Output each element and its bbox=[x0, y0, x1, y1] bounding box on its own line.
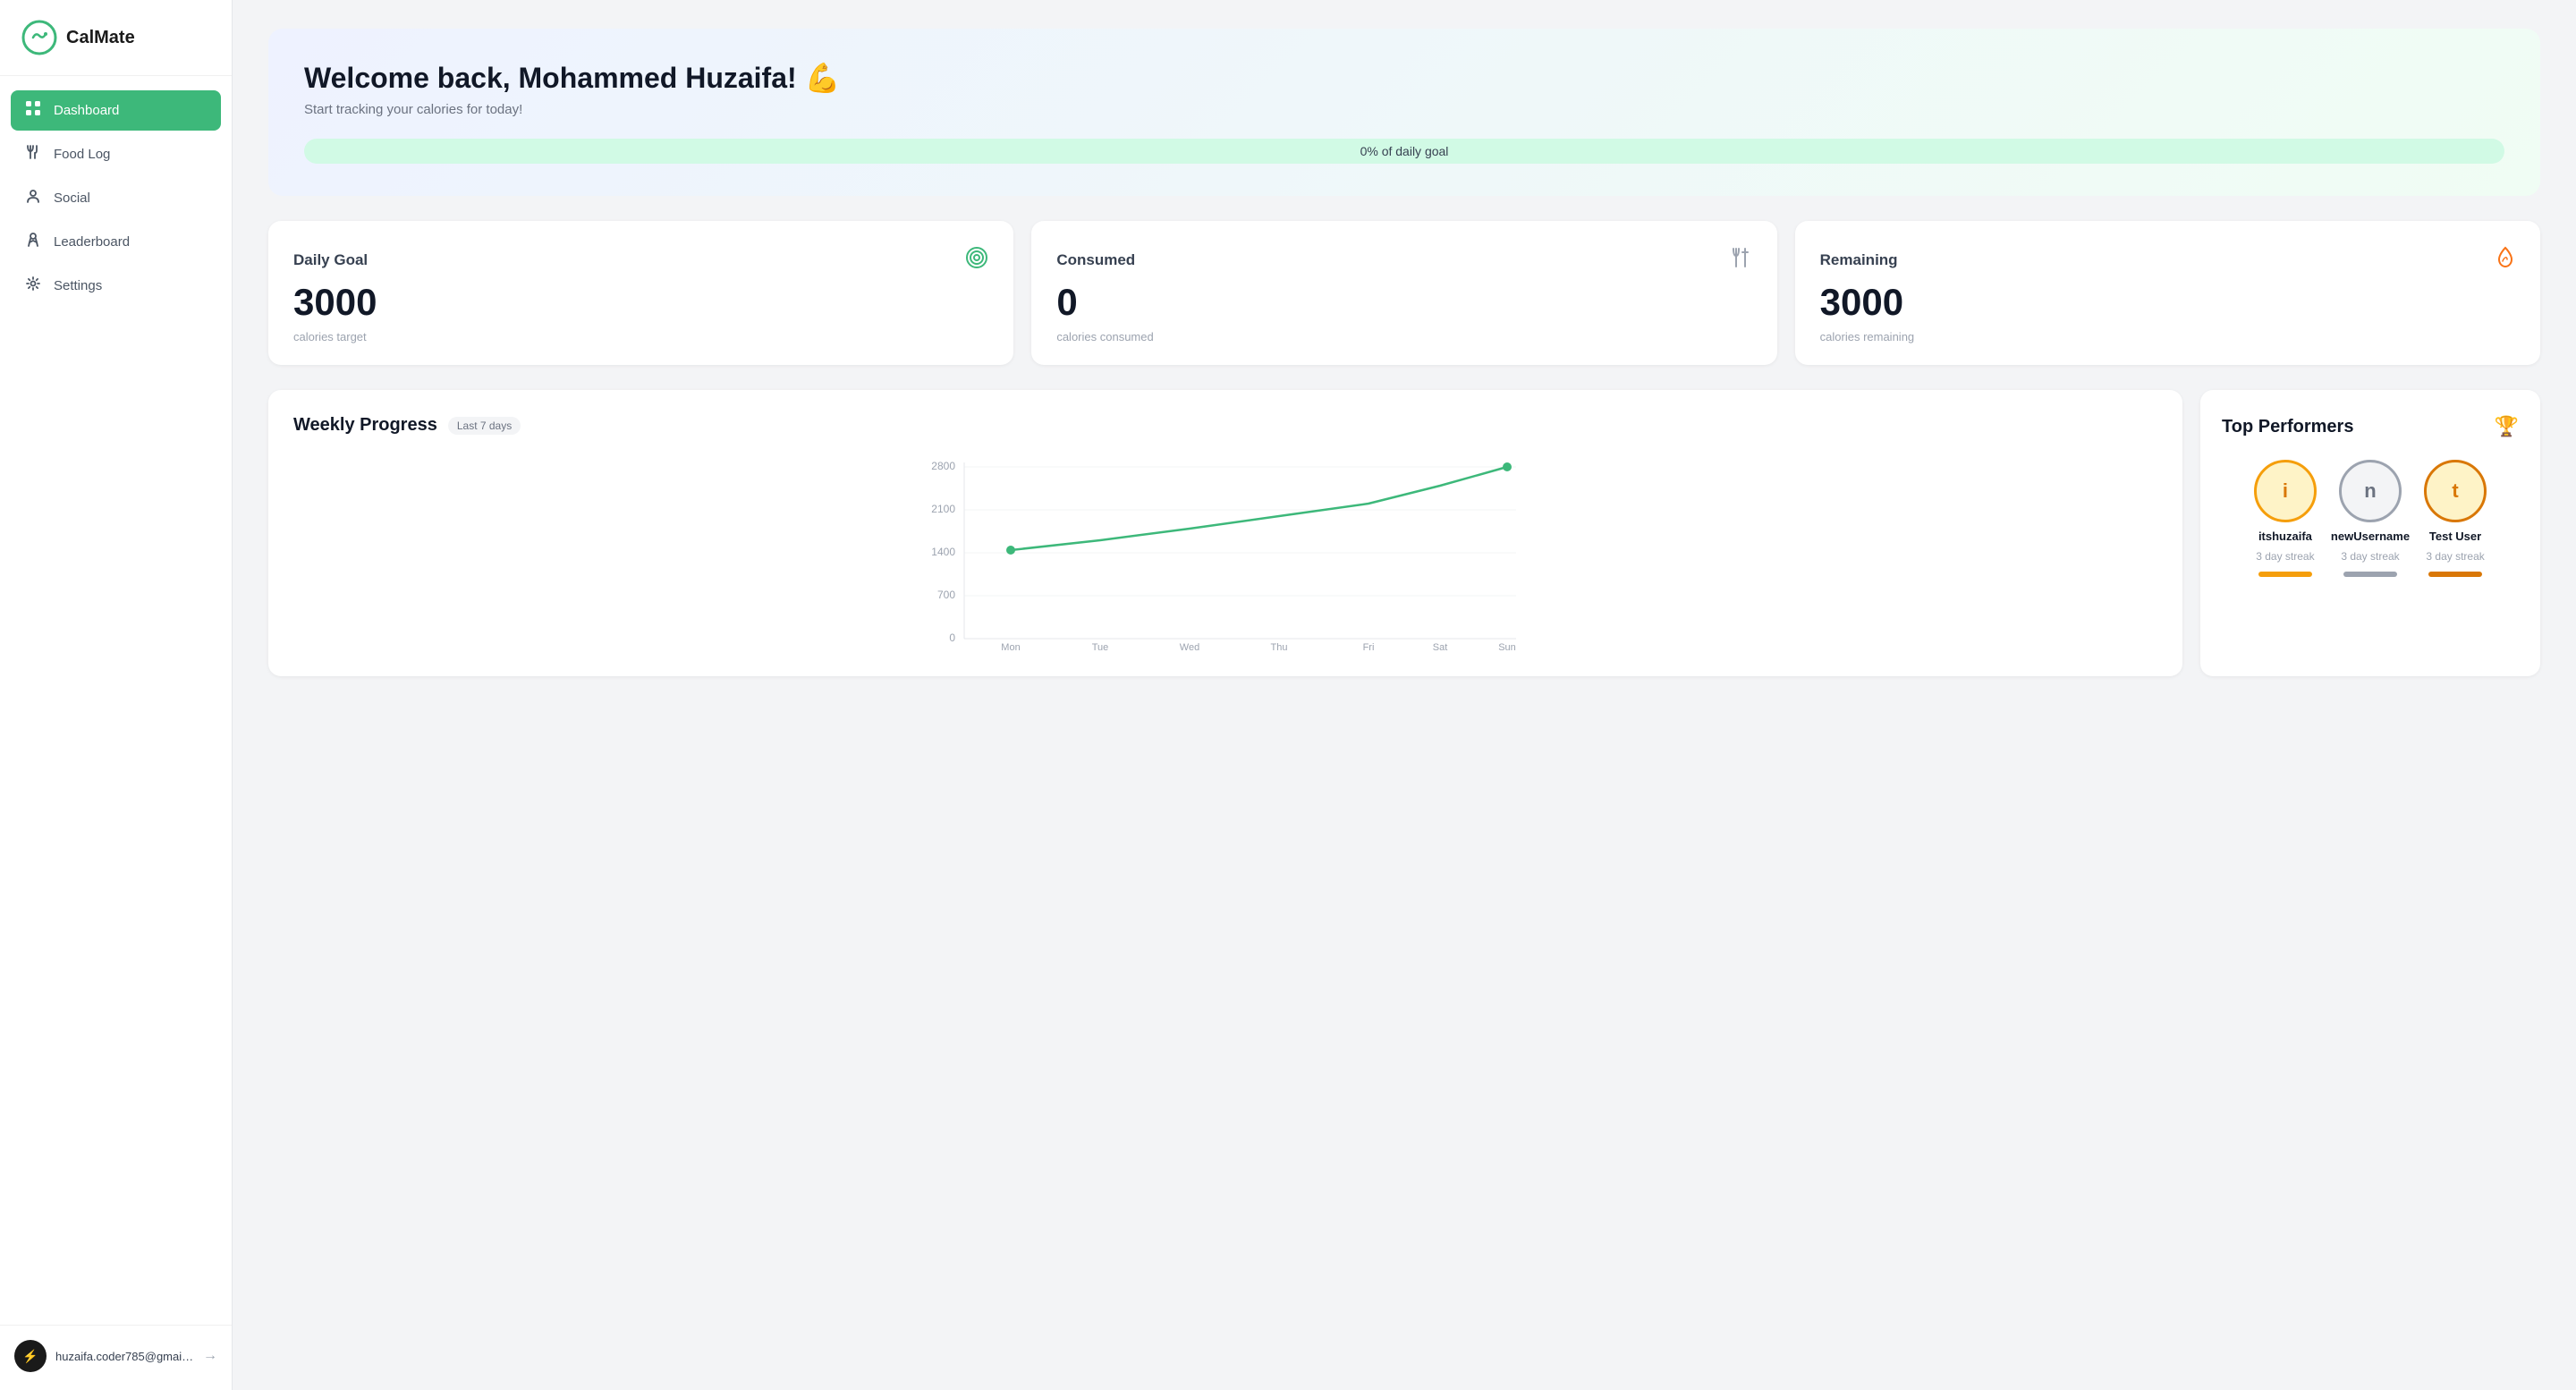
svg-text:Sun: Sun bbox=[1498, 642, 1516, 650]
sidebar-item-social-label: Social bbox=[54, 191, 90, 206]
svg-text:700: 700 bbox=[937, 589, 955, 601]
welcome-subtitle: Start tracking your calories for today! bbox=[304, 102, 2504, 117]
user-avatar: ⚡ bbox=[14, 1340, 47, 1372]
svg-text:Tue: Tue bbox=[1092, 642, 1109, 650]
sidebar-item-dashboard-label: Dashboard bbox=[54, 103, 119, 118]
performer-silver-bar bbox=[2343, 572, 2397, 577]
social-icon bbox=[23, 188, 43, 208]
consumed-sub: calories consumed bbox=[1056, 330, 1751, 343]
daily-goal-sub: calories target bbox=[293, 330, 988, 343]
chart-title: Weekly Progress bbox=[293, 415, 437, 436]
chart-header: Weekly Progress Last 7 days bbox=[293, 415, 2157, 436]
dashboard-icon bbox=[23, 100, 43, 121]
svg-text:2100: 2100 bbox=[931, 503, 955, 515]
svg-text:2800: 2800 bbox=[931, 460, 955, 472]
svg-text:Sat: Sat bbox=[1433, 642, 1448, 650]
sidebar-item-dashboard[interactable]: Dashboard bbox=[11, 90, 221, 131]
consumed-title: Consumed bbox=[1056, 251, 1135, 269]
sidebar-item-food-log-label: Food Log bbox=[54, 147, 110, 162]
welcome-banner: Welcome back, Mohammed Huzaifa! 💪 Start … bbox=[268, 29, 2540, 196]
performer-bronze: t Test User 3 day streak bbox=[2424, 460, 2487, 577]
svg-text:0: 0 bbox=[949, 631, 955, 644]
daily-goal-title: Daily Goal bbox=[293, 251, 368, 269]
remaining-title: Remaining bbox=[1820, 251, 1898, 269]
stats-row: Daily Goal 3000 calories target Consumed bbox=[268, 221, 2540, 365]
svg-text:Thu: Thu bbox=[1271, 642, 1288, 650]
performer-silver: n newUsername 3 day streak bbox=[2331, 460, 2410, 577]
logout-icon[interactable]: → bbox=[203, 1348, 217, 1364]
remaining-sub: calories remaining bbox=[1820, 330, 2515, 343]
performer-bronze-bar bbox=[2428, 572, 2482, 577]
progress-bar: 0% of daily goal bbox=[304, 139, 2504, 164]
sidebar: CalMate Dashboard Food Log Social Leader… bbox=[0, 0, 233, 1390]
performers-title: Top Performers bbox=[2222, 417, 2353, 437]
performer-silver-name: newUsername bbox=[2331, 530, 2410, 543]
performer-bronze-avatar: t bbox=[2424, 460, 2487, 522]
welcome-title: Welcome back, Mohammed Huzaifa! 💪 bbox=[304, 61, 2504, 95]
performer-bronze-name: Test User bbox=[2429, 530, 2481, 543]
remaining-icon bbox=[2496, 246, 2515, 275]
trophy-icon: 🏆 bbox=[2495, 415, 2519, 438]
bottom-row: Weekly Progress Last 7 days 2800 2100 14… bbox=[268, 390, 2540, 676]
chart-badge: Last 7 days bbox=[448, 417, 521, 435]
svg-text:1400: 1400 bbox=[931, 546, 955, 558]
weekly-chart-svg: 2800 2100 1400 700 0 bbox=[293, 453, 2157, 650]
daily-goal-value: 3000 bbox=[293, 282, 988, 323]
svg-text:Wed: Wed bbox=[1180, 642, 1199, 650]
calmate-logo-icon bbox=[21, 20, 57, 55]
performer-gold-streak: 3 day streak bbox=[2256, 550, 2314, 563]
sidebar-item-leaderboard[interactable]: Leaderboard bbox=[11, 222, 221, 262]
performers-header: Top Performers 🏆 bbox=[2222, 415, 2519, 438]
food-log-icon bbox=[23, 144, 43, 165]
remaining-value: 3000 bbox=[1820, 282, 2515, 323]
leaderboard-icon bbox=[23, 232, 43, 252]
performer-bronze-streak: 3 day streak bbox=[2426, 550, 2484, 563]
consumed-value: 0 bbox=[1056, 282, 1751, 323]
settings-icon bbox=[23, 275, 43, 296]
performer-silver-streak: 3 day streak bbox=[2341, 550, 2399, 563]
svg-text:Fri: Fri bbox=[1363, 642, 1375, 650]
main-content: Welcome back, Mohammed Huzaifa! 💪 Start … bbox=[233, 0, 2576, 1390]
daily-goal-header: Daily Goal bbox=[293, 246, 988, 275]
weekly-progress-card: Weekly Progress Last 7 days 2800 2100 14… bbox=[268, 390, 2182, 676]
performer-gold: i itshuzaifa 3 day streak bbox=[2254, 460, 2317, 577]
remaining-card: Remaining 3000 calories remaining bbox=[1795, 221, 2540, 365]
sidebar-item-food-log[interactable]: Food Log bbox=[11, 134, 221, 174]
daily-goal-card: Daily Goal 3000 calories target bbox=[268, 221, 1013, 365]
sidebar-item-settings-label: Settings bbox=[54, 278, 102, 293]
progress-bar-label: 0% of daily goal bbox=[1360, 144, 1449, 158]
performer-gold-bar bbox=[2258, 572, 2312, 577]
daily-goal-icon bbox=[965, 246, 988, 275]
sidebar-item-settings[interactable]: Settings bbox=[11, 266, 221, 306]
sidebar-footer: ⚡ huzaifa.coder785@gmail.com → bbox=[0, 1325, 232, 1390]
performers-list: i itshuzaifa 3 day streak n newUsername … bbox=[2222, 460, 2519, 577]
remaining-header: Remaining bbox=[1820, 246, 2515, 275]
performer-gold-name: itshuzaifa bbox=[2258, 530, 2312, 543]
consumed-icon bbox=[1729, 246, 1752, 275]
top-performers-card: Top Performers 🏆 i itshuzaifa 3 day stre… bbox=[2200, 390, 2540, 676]
sidebar-item-leaderboard-label: Leaderboard bbox=[54, 234, 130, 250]
svg-text:Mon: Mon bbox=[1001, 642, 1020, 650]
user-email: huzaifa.coder785@gmail.com bbox=[55, 1350, 194, 1363]
performer-silver-avatar: n bbox=[2339, 460, 2402, 522]
consumed-header: Consumed bbox=[1056, 246, 1751, 275]
consumed-card: Consumed 0 calories consumed bbox=[1031, 221, 1776, 365]
app-name: CalMate bbox=[66, 28, 135, 48]
sidebar-nav: Dashboard Food Log Social Leaderboard Se… bbox=[0, 76, 232, 1325]
performer-gold-avatar: i bbox=[2254, 460, 2317, 522]
sidebar-item-social[interactable]: Social bbox=[11, 178, 221, 218]
logo-area: CalMate bbox=[0, 0, 232, 76]
